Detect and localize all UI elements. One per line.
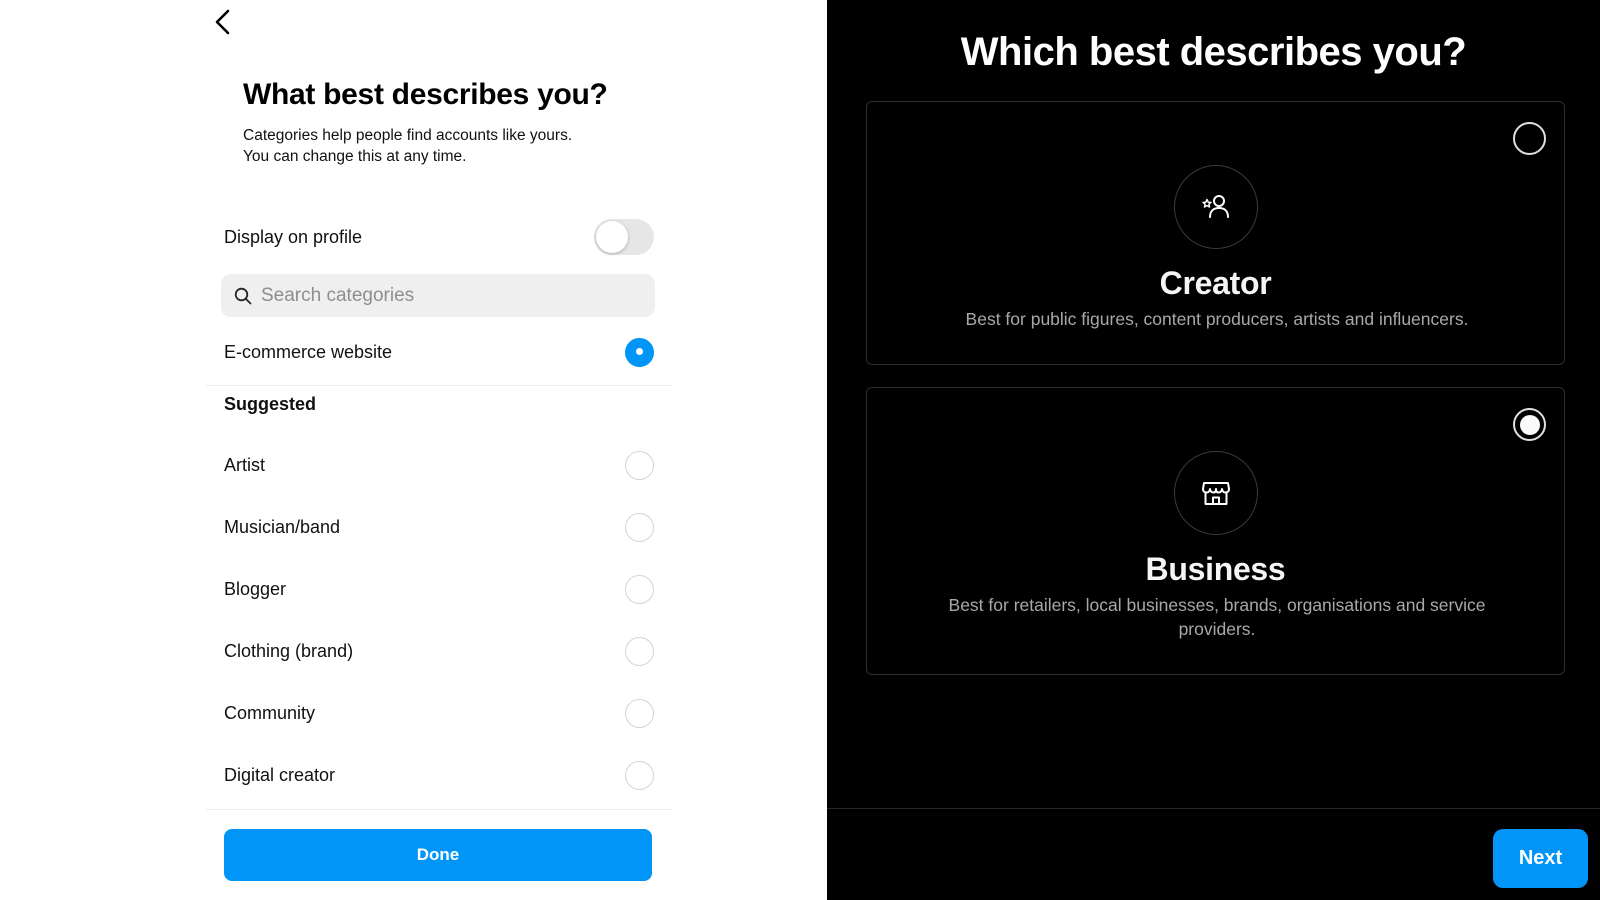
category-label: Blogger bbox=[224, 578, 287, 599]
toggle-knob bbox=[596, 221, 628, 253]
divider bbox=[206, 809, 672, 810]
creator-icon-circle bbox=[1173, 165, 1258, 249]
business-icon-circle bbox=[1173, 451, 1258, 535]
page-subtitle: Categories help people find accounts lik… bbox=[243, 126, 572, 167]
category-radio[interactable] bbox=[625, 512, 654, 542]
done-button[interactable]: Done bbox=[224, 829, 652, 881]
search-icon bbox=[234, 287, 252, 304]
page-title: What best describes you? bbox=[243, 78, 608, 111]
divider bbox=[206, 385, 672, 386]
creator-option-card[interactable]: Creator Best for public figures, content… bbox=[866, 101, 1565, 365]
category-label: Musician/band bbox=[224, 516, 341, 537]
subtitle-line: Categories help people find accounts lik… bbox=[243, 127, 573, 144]
business-option-description: Best for retailers, local businesses, br… bbox=[948, 595, 1486, 639]
category-option[interactable]: Digital creator bbox=[224, 755, 654, 795]
category-option[interactable]: Community bbox=[224, 693, 654, 733]
chevron-left-icon bbox=[215, 9, 230, 35]
category-option[interactable]: Clothing (brand) bbox=[224, 631, 654, 671]
category-option[interactable]: Blogger bbox=[224, 569, 654, 609]
display-on-profile-toggle[interactable] bbox=[594, 219, 654, 255]
category-radio[interactable] bbox=[625, 574, 654, 604]
category-label: Community bbox=[224, 702, 316, 723]
creator-option-title: Creator bbox=[1159, 265, 1272, 301]
category-option-selected[interactable]: E-commerce website bbox=[224, 332, 654, 372]
creator-radio[interactable] bbox=[1513, 122, 1546, 155]
category-option[interactable]: Artist bbox=[224, 445, 654, 485]
category-label: Artist bbox=[224, 454, 266, 475]
business-radio[interactable] bbox=[1513, 408, 1546, 441]
display-on-profile-row: Display on profile bbox=[224, 217, 654, 257]
category-option[interactable]: Musician/band bbox=[224, 507, 654, 547]
footer-divider bbox=[827, 808, 1600, 809]
display-on-profile-label: Display on profile bbox=[224, 226, 363, 247]
suggested-heading: Suggested bbox=[224, 394, 317, 414]
account-type-panel: Which best describes you? Creator Best f… bbox=[827, 0, 1600, 900]
category-radio[interactable] bbox=[625, 450, 654, 480]
category-radio[interactable] bbox=[625, 636, 654, 666]
category-radio[interactable] bbox=[625, 698, 654, 728]
category-label: Clothing (brand) bbox=[224, 640, 354, 661]
business-option-title: Business bbox=[1145, 551, 1286, 587]
search-bar bbox=[221, 274, 655, 317]
category-radio-selected[interactable] bbox=[625, 337, 654, 367]
category-label: Digital creator bbox=[224, 764, 336, 785]
creator-option-description: Best for public figures, content produce… bbox=[965, 309, 1469, 329]
search-categories-input[interactable] bbox=[261, 284, 621, 307]
category-label: E-commerce website bbox=[224, 341, 393, 362]
back-button[interactable] bbox=[210, 5, 236, 39]
category-panel: What best describes you? Categories help… bbox=[0, 0, 827, 900]
next-button[interactable]: Next bbox=[1493, 829, 1588, 888]
category-radio[interactable] bbox=[625, 760, 654, 790]
subtitle-line: You can change this at any time. bbox=[243, 147, 467, 165]
business-option-card[interactable]: Business Best for retailers, local busin… bbox=[866, 387, 1565, 675]
account-type-title: Which best describes you? bbox=[960, 30, 1467, 74]
creator-person-star-icon bbox=[1201, 195, 1229, 218]
storefront-icon bbox=[1201, 482, 1230, 505]
